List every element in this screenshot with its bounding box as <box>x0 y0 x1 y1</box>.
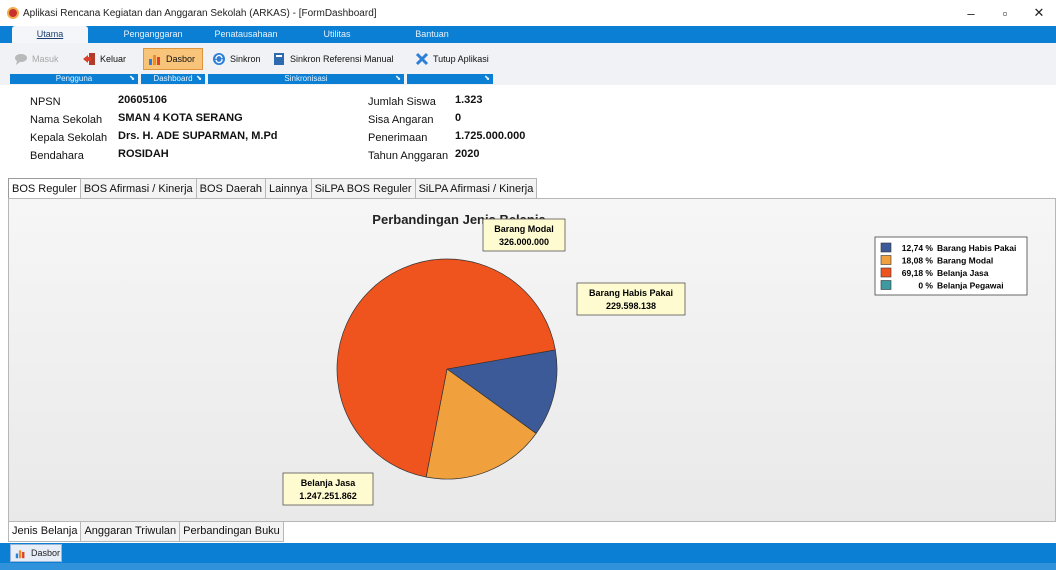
jumlah-siswa-value: 1.323 <box>455 94 483 106</box>
callout-category-label: Barang Habis Pakai <box>589 288 673 298</box>
tab-perbandingan-buku[interactable]: Perbandingan Buku <box>179 522 284 542</box>
npsn-label: NPSN <box>30 96 61 108</box>
chart-panel: Perbandingan Jenis Belanja Barang Habis … <box>8 198 1056 522</box>
masuk-button[interactable]: Masuk <box>10 48 63 70</box>
callout-value-label: 1.247.251.862 <box>299 491 357 501</box>
reference-book-icon <box>274 53 284 65</box>
penerimaan-label: Penerimaan <box>368 132 428 144</box>
ribbon: Masuk Keluar Pengguna ⬊ Dasbor Dashboard ⬊… <box>0 43 1056 85</box>
tab-anggaran-triwulan[interactable]: Anggaran Triwulan <box>80 522 181 542</box>
tutup-aplikasi-button[interactable]: Tutup Aplikasi <box>411 48 493 70</box>
fund-source-tabs: BOS Reguler BOS Afirmasi / Kinerja BOS D… <box>8 178 538 198</box>
mdi-taskbar: Dasbor <box>0 543 1056 563</box>
group-caption: Pengguna ⬊ <box>10 74 138 84</box>
nama-sekolah-value: SMAN 4 KOTA SERANG <box>118 112 243 124</box>
close-button[interactable]: ✕ <box>1022 0 1056 26</box>
legend-swatch <box>880 242 892 253</box>
bendahara-label: Bendahara <box>30 150 84 162</box>
legend-label: Barang Habis Pakai <box>937 243 1016 253</box>
tab-silpa-afirmasi-kinerja[interactable]: SiLPA Afirmasi / Kinerja <box>414 178 538 198</box>
minimize-button[interactable]: – <box>954 0 988 26</box>
speech-bubble-icon <box>15 54 27 65</box>
tab-bos-reguler[interactable]: BOS Reguler <box>8 178 81 198</box>
legend-label: Belanja Jasa <box>937 268 989 278</box>
legend-swatch <box>880 267 892 278</box>
callout-barang-modal: Barang Modal 326.000.000 <box>482 218 566 252</box>
legend-label: Barang Modal <box>937 256 993 266</box>
callout-belanja-jasa: Belanja Jasa 1.247.251.862 <box>282 472 374 506</box>
group-aplikasi: Tutup Aplikasi ⬊ <box>407 46 493 84</box>
group-sinkronisasi: Sinkron Sinkron Referensi Manual Sinkron… <box>208 46 404 84</box>
callout-value-label: 229.598.138 <box>606 301 656 311</box>
callout-barang-habis-pakai: Barang Habis Pakai 229.598.138 <box>576 282 686 316</box>
group-dashboard: Dasbor Dashboard ⬊ <box>141 46 205 84</box>
jumlah-siswa-label: Jumlah Siswa <box>368 96 436 108</box>
tab-silpa-bos-reguler[interactable]: SiLPA BOS Reguler <box>310 178 416 198</box>
legend-swatch <box>880 280 892 290</box>
dialog-launcher-icon[interactable]: ⬊ <box>196 74 202 84</box>
callout-category-label: Belanja Jasa <box>301 478 357 488</box>
group-caption: ⬊ <box>407 74 493 84</box>
title-bar: Aplikasi Rencana Kegiatan dan Anggaran S… <box>0 0 1056 26</box>
dialog-launcher-icon[interactable]: ⬊ <box>484 74 490 84</box>
dialog-launcher-icon[interactable]: ⬊ <box>129 74 135 84</box>
group-caption: Dashboard ⬊ <box>141 74 205 84</box>
group-caption: Sinkronisasi ⬊ <box>208 74 404 84</box>
chart-type-tabs: Jenis Belanja Anggaran Triwulan Perbandi… <box>8 522 284 542</box>
dasbor-button[interactable]: Dasbor <box>143 48 203 70</box>
kepala-sekolah-value: Drs. H. ADE SUPARMAN, M.Pd <box>118 130 278 142</box>
legend-percent: 69,18 % <box>902 268 934 278</box>
keluar-button[interactable]: Keluar <box>78 48 130 70</box>
bendahara-value: ROSIDAH <box>118 148 169 160</box>
tab-penganggaran[interactable]: Penganggaran <box>112 26 194 43</box>
tab-bos-daerah[interactable]: BOS Daerah <box>195 178 267 198</box>
nama-sekolah-label: Nama Sekolah <box>30 114 103 126</box>
sisa-angaran-label: Sisa Angaran <box>368 114 434 126</box>
dashboard-chart-icon <box>149 55 160 65</box>
group-pengguna: Masuk Keluar Pengguna ⬊ <box>10 46 138 84</box>
status-bar <box>0 563 1056 570</box>
pie-chart: Perbandingan Jenis Belanja Barang Habis … <box>282 212 1028 506</box>
tahun-anggaran-label: Tahun Anggaran <box>368 150 449 162</box>
app-logo-icon <box>7 7 19 19</box>
taskbar-dasbor-button[interactable]: Dasbor <box>10 544 62 562</box>
tab-utilitas[interactable]: Utilitas <box>316 26 358 43</box>
legend-swatch <box>880 255 892 265</box>
sinkron-button[interactable]: Sinkron <box>208 48 265 70</box>
tab-bos-afirmasi-kinerja[interactable]: BOS Afirmasi / Kinerja <box>79 178 197 198</box>
sinkron-referensi-button[interactable]: Sinkron Referensi Manual <box>268 48 398 70</box>
tab-lainnya[interactable]: Lainnya <box>265 178 312 198</box>
callout-category-label: Barang Modal <box>494 224 554 234</box>
window-controls: – ▫ ✕ <box>954 0 1056 26</box>
npsn-value: 20605106 <box>118 94 167 106</box>
legend-label: Belanja Pegawai <box>937 281 1004 291</box>
tab-penatausahaan[interactable]: Penatausahaan <box>206 26 286 43</box>
tab-utama[interactable]: Utama <box>12 26 88 43</box>
legend-percent: 12,74 % <box>902 243 934 253</box>
tahun-anggaran-value: 2020 <box>455 148 480 160</box>
maximize-button[interactable]: ▫ <box>988 0 1022 26</box>
school-info: NPSN 20605106 Nama Sekolah SMAN 4 KOTA S… <box>0 86 1056 178</box>
close-app-icon <box>415 52 429 66</box>
legend-percent: 0 % <box>918 281 933 291</box>
dashboard-chart-icon <box>15 549 25 558</box>
window-title: Aplikasi Rencana Kegiatan dan Anggaran S… <box>23 7 377 19</box>
sisa-angaran-value: 0 <box>455 112 462 124</box>
tab-jenis-belanja[interactable]: Jenis Belanja <box>8 522 82 542</box>
tab-bantuan[interactable]: Bantuan <box>408 26 456 43</box>
penerimaan-value: 1.725.000.000 <box>455 130 526 142</box>
ribbon-tab-bar: Utama Penganggaran Penatausahaan Utilita… <box>0 26 1056 43</box>
legend-percent: 18,08 % <box>902 256 934 266</box>
sync-icon <box>213 53 225 65</box>
dialog-launcher-icon[interactable]: ⬊ <box>395 74 401 84</box>
callout-value-label: 326.000.000 <box>499 237 549 247</box>
exit-door-icon <box>83 53 95 65</box>
kepala-sekolah-label: Kepala Sekolah <box>30 132 108 144</box>
